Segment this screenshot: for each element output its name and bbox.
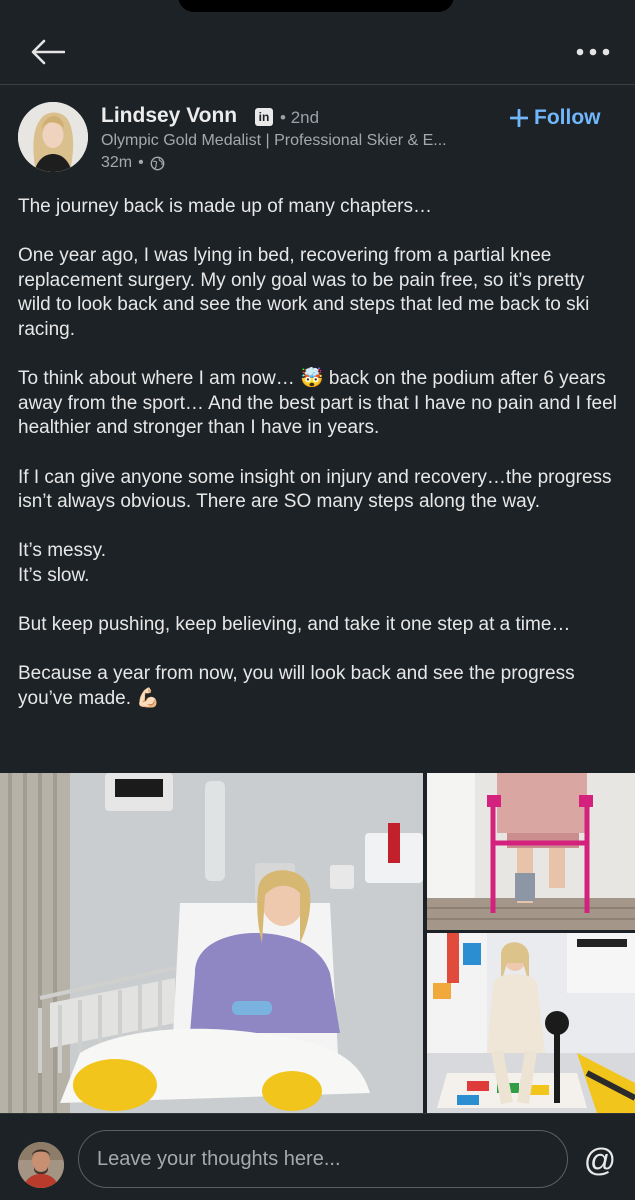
more-options-button[interactable] xyxy=(571,38,615,66)
post-paragraph: The journey back is made up of many chap… xyxy=(18,196,432,217)
post-text: The journey back is made up of many chap… xyxy=(18,195,620,711)
post-paragraph: One year ago, I was lying in bed, recove… xyxy=(18,245,590,340)
post-paragraph: Because a year from now, you will look b… xyxy=(18,663,575,709)
post-meta: 32m • xyxy=(101,154,165,172)
post-paragraph: It’s slow. xyxy=(18,564,90,586)
author-headline: Olympic Gold Medalist | Professional Ski… xyxy=(101,132,447,149)
post-paragraph: But keep pushing, keep believing, and ta… xyxy=(18,614,571,636)
post-paragraph: It’s messy. xyxy=(18,540,106,562)
current-user-photo xyxy=(18,1142,64,1188)
degree-label: 2nd xyxy=(290,108,320,127)
meta-separator-dot: • xyxy=(138,154,144,171)
post-paragraph: If I can give anyone some insight on inj… xyxy=(18,466,612,513)
post-detail-screen: Lindsey Vonn in • 2nd Olympic Gold Medal… xyxy=(0,0,635,1200)
interview-illustration xyxy=(427,933,635,1113)
post-time: 32m xyxy=(101,154,133,171)
author-name[interactable]: Lindsey Vonn xyxy=(101,104,237,128)
top-bar xyxy=(0,0,635,85)
plus-icon xyxy=(510,109,528,127)
post-images xyxy=(0,773,635,1113)
back-button[interactable] xyxy=(26,36,70,68)
comment-bar: @ xyxy=(0,1113,635,1200)
author-photo xyxy=(18,102,88,172)
linkedin-premium-badge: in xyxy=(255,108,273,126)
hospital-bed-photo[interactable] xyxy=(0,773,423,1113)
separator-dot: • xyxy=(280,108,286,127)
walker-rehab-photo[interactable] xyxy=(427,773,635,930)
author-avatar[interactable] xyxy=(18,102,88,172)
globe-icon xyxy=(150,156,165,170)
comment-input[interactable] xyxy=(78,1130,568,1188)
follow-label: Follow xyxy=(534,106,601,129)
walker-illustration xyxy=(427,773,635,930)
follow-button[interactable]: Follow xyxy=(510,104,601,132)
mention-button[interactable]: @ xyxy=(580,1140,620,1180)
arrow-left-icon xyxy=(31,39,65,65)
more-horizontal-icon xyxy=(576,48,610,56)
podium-interview-photo[interactable] xyxy=(427,933,635,1113)
hospital-bed-illustration xyxy=(0,773,423,1113)
connection-degree: • 2nd xyxy=(280,108,319,128)
post-paragraph: To think about where I am now… 🤯 back on… xyxy=(18,368,617,439)
current-user-avatar[interactable] xyxy=(18,1142,64,1188)
post-header: Lindsey Vonn in • 2nd Olympic Gold Medal… xyxy=(18,100,618,176)
